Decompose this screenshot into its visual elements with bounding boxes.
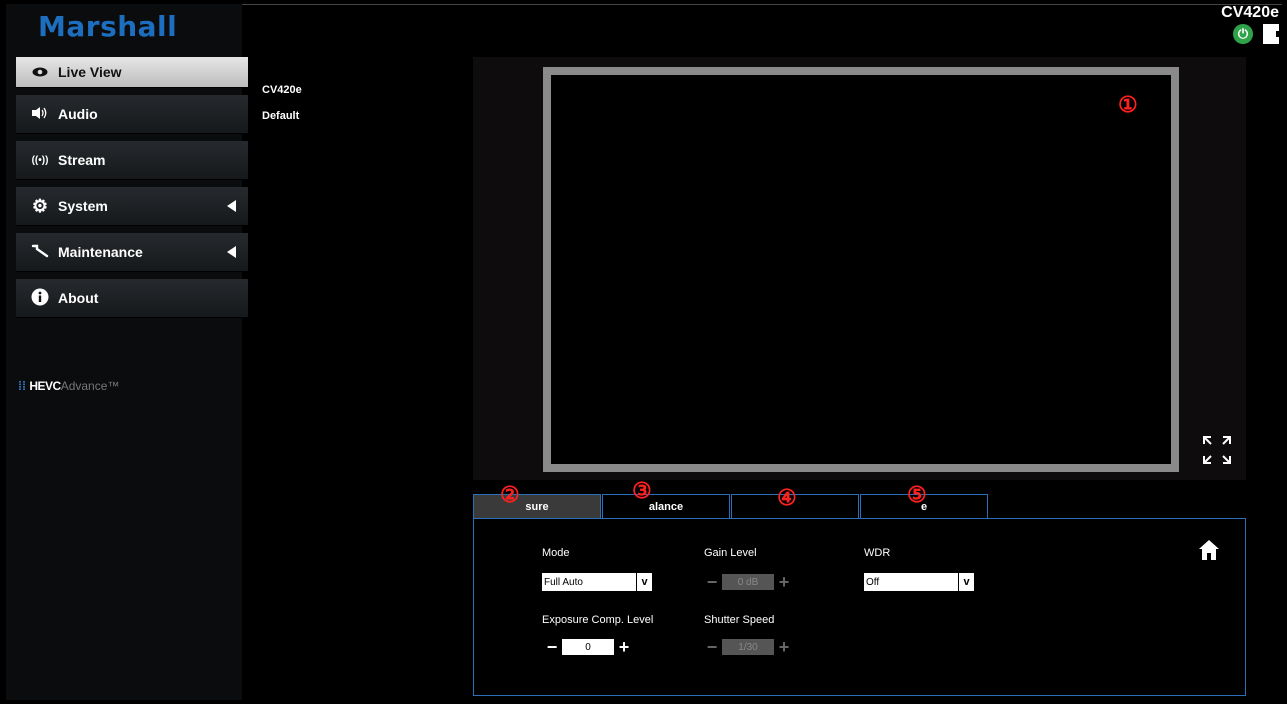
chevron-down-icon: v (958, 573, 974, 591)
exposure-comp-label: Exposure Comp. Level (542, 614, 654, 626)
callout-marker-4: ④ (777, 485, 797, 510)
shutter-speed-label: Shutter Speed (704, 614, 775, 626)
fullscreen-icon[interactable] (1202, 435, 1232, 465)
callout-marker-3: ③ (632, 478, 652, 503)
wdr-label: WDR (864, 547, 891, 559)
model-name: CV420e (1221, 4, 1279, 21)
minus-icon[interactable]: − (544, 637, 560, 657)
shutter-speed-value: 1/30 (722, 639, 774, 655)
plus-icon[interactable]: + (616, 637, 632, 657)
tab-label: sure (525, 500, 549, 513)
shutter-speed-stepper[interactable]: − 1/30 + (704, 637, 792, 657)
brand-logo: Marshall (38, 10, 178, 43)
tab-white-balance[interactable]: alance (602, 494, 730, 518)
mode-select[interactable]: Full Auto v (542, 573, 652, 591)
chevron-down-icon: v (636, 573, 652, 591)
sidebar-item-maintenance[interactable]: Maintenance (16, 233, 248, 272)
eye-icon (30, 64, 50, 80)
hevc-suffix: Advance™ (60, 379, 120, 393)
profile-name: Default (262, 110, 300, 122)
speaker-icon (30, 106, 50, 123)
hevc-prefix: HEVC (29, 379, 61, 393)
video-preview[interactable] (543, 67, 1179, 472)
gain-level-label: Gain Level (704, 547, 757, 559)
broadcast-icon: ((•)) (31, 154, 49, 166)
sidebar-item-about[interactable]: About (16, 279, 248, 318)
sidebar-item-label: About (58, 290, 99, 306)
tab-exposure[interactable]: sure (473, 494, 601, 518)
logout-icon[interactable] (1263, 24, 1282, 44)
sidebar-item-system[interactable]: ⚙ System (16, 187, 248, 226)
wrench-icon (30, 244, 50, 261)
wdr-value: Off (866, 576, 880, 588)
header-actions: ⏻ (1221, 24, 1282, 44)
exposure-comp-value[interactable]: 0 (562, 639, 614, 655)
hevc-advance-logo: ⁞⁞ HEVCAdvance™ (18, 379, 119, 393)
sidebar-item-label: System (58, 198, 108, 214)
sidebar-item-label: Maintenance (58, 244, 143, 260)
mode-value: Full Auto (544, 576, 583, 588)
header-right: CV420e ⏻ (1221, 4, 1282, 44)
gain-level-stepper[interactable]: − 0 dB + (704, 572, 792, 592)
expand-arrow-icon (227, 200, 236, 212)
tab-label: alance (648, 500, 684, 513)
expand-arrow-icon (227, 246, 236, 258)
mode-label: Mode (542, 547, 570, 559)
plus-icon[interactable]: + (776, 637, 792, 657)
sidebar-item-audio[interactable]: Audio (16, 95, 248, 134)
hevc-mark-icon: ⁞⁞ (18, 379, 26, 393)
sidebar-item-label: Audio (58, 106, 98, 122)
exposure-comp-stepper[interactable]: − 0 + (544, 637, 632, 657)
sidebar: Marshall Live View Audio ((•)) Stream ⚙ … (6, 4, 248, 700)
callout-marker-2: ② (500, 482, 520, 507)
gain-level-value: 0 dB (722, 574, 774, 590)
sidebar-item-label: Stream (58, 152, 106, 168)
power-icon[interactable]: ⏻ (1233, 24, 1253, 44)
sidebar-item-live-view[interactable]: Live View (16, 57, 248, 88)
home-icon[interactable] (1197, 538, 1221, 562)
sidebar-item-label: Live View (58, 64, 122, 80)
device-name: CV420e (262, 84, 302, 96)
gear-icon: ⚙ (31, 195, 49, 216)
plus-icon[interactable]: + (776, 572, 792, 592)
exposure-settings-panel (473, 518, 1246, 696)
sidebar-nav: Live View Audio ((•)) Stream ⚙ System Ma… (16, 57, 248, 325)
minus-icon[interactable]: − (704, 637, 720, 657)
minus-icon[interactable]: − (704, 572, 720, 592)
callout-marker-5: ⑤ (907, 482, 927, 507)
info-icon (30, 288, 50, 309)
sidebar-item-stream[interactable]: ((•)) Stream (16, 141, 248, 180)
callout-marker-1: ① (1118, 92, 1138, 117)
wdr-select[interactable]: Off v (864, 573, 974, 591)
